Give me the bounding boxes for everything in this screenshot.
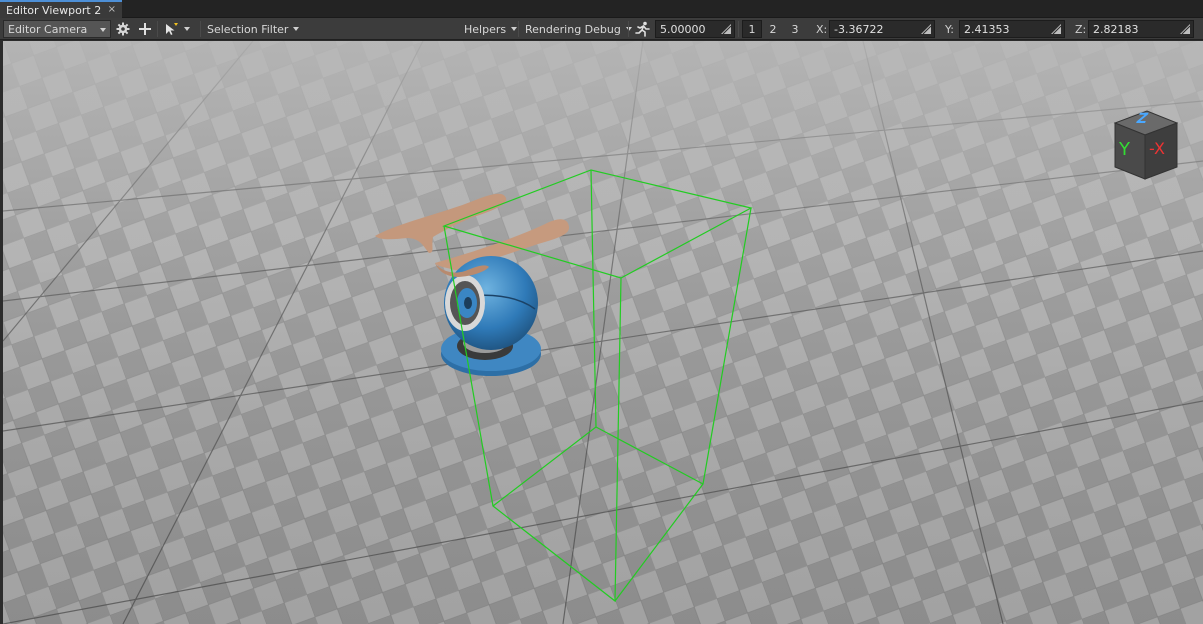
x-coordinate-label: X: — [816, 22, 828, 36]
tab-label: Editor Viewport 2 — [6, 3, 102, 17]
x-coordinate-value: -3.36722 — [834, 22, 884, 36]
cursor-filter-button[interactable] — [163, 18, 197, 40]
rendering-debug-dropdown[interactable]: Rendering Debug — [525, 18, 632, 40]
selection-filter-dropdown[interactable]: Selection Filter — [207, 18, 300, 40]
3d-viewport[interactable]: Z Y -X — [0, 41, 1203, 624]
z-coordinate-field[interactable]: 2.82183 — [1088, 20, 1194, 38]
toolbar-separator — [628, 21, 629, 37]
toolbar-separator — [200, 21, 201, 37]
layout-button-1[interactable]: 1 — [742, 20, 762, 38]
helpers-dropdown[interactable]: Helpers — [464, 18, 518, 40]
spinner-icon[interactable] — [1180, 24, 1190, 34]
close-icon[interactable]: × — [108, 4, 116, 15]
chevron-down-icon — [293, 27, 300, 31]
z-coordinate-label: Z: — [1075, 22, 1087, 36]
chevron-down-icon — [511, 27, 518, 31]
navigation-cube[interactable]: Z Y -X — [1107, 109, 1179, 181]
camera-speed-value: 5.00000 — [660, 22, 706, 36]
spinner-icon[interactable] — [921, 24, 931, 34]
y-coordinate-value: 2.41353 — [964, 22, 1010, 36]
tab-strip: Editor Viewport 2 × — [0, 0, 1203, 18]
viewport-toolbar: Editor Camera Selection Filter Helpers R… — [0, 18, 1203, 40]
layout-button-3[interactable]: 3 — [785, 20, 805, 38]
camera-speed-field[interactable]: 5.00000 — [655, 20, 735, 38]
cursor-filter-icon — [166, 23, 178, 35]
navcube-y-label: Y — [1119, 139, 1130, 160]
y-coordinate-field[interactable]: 2.41353 — [959, 20, 1065, 38]
spinner-icon[interactable] — [721, 24, 731, 34]
navcube-x-label: -X — [1149, 139, 1165, 158]
helpers-label: Helpers — [464, 22, 507, 36]
x-coordinate-field[interactable]: -3.36722 — [829, 20, 935, 38]
toolbar-separator — [518, 21, 519, 37]
chevron-down-icon — [184, 27, 190, 31]
rendering-debug-label: Rendering Debug — [525, 22, 621, 36]
gear-icon[interactable] — [115, 18, 131, 40]
plus-icon[interactable] — [137, 18, 153, 40]
scene-render — [3, 41, 1203, 624]
camera-dropdown[interactable]: Editor Camera — [3, 20, 111, 38]
camera-dropdown-label: Editor Camera — [8, 22, 88, 36]
y-coordinate-label: Y: — [945, 22, 954, 36]
toolbar-separator — [157, 21, 158, 37]
run-speed-icon — [634, 18, 652, 40]
layout-button-2[interactable]: 2 — [763, 20, 783, 38]
selection-filter-label: Selection Filter — [207, 22, 289, 36]
tab-editor-viewport-2[interactable]: Editor Viewport 2 × — [0, 0, 122, 18]
chevron-down-icon — [100, 28, 106, 32]
z-coordinate-value: 2.82183 — [1093, 22, 1139, 36]
toolbar-separator — [738, 21, 739, 37]
spinner-icon[interactable] — [1051, 24, 1061, 34]
